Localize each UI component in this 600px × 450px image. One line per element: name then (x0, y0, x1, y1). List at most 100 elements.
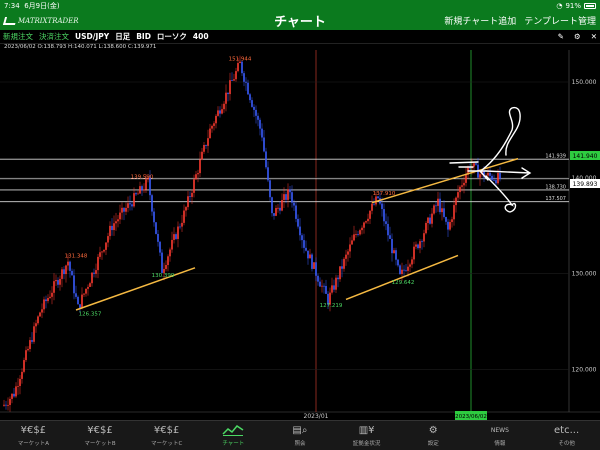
tab-label: その他 (558, 441, 575, 447)
candle-body (491, 175, 493, 180)
candle-body (115, 221, 117, 224)
candle-body (39, 312, 41, 317)
candle-body (331, 285, 333, 293)
gear-icon[interactable]: ⚙ (574, 32, 581, 41)
candle-body (19, 378, 21, 386)
candle-body (343, 258, 345, 269)
new-order-button[interactable]: 新規注文 (3, 31, 33, 42)
candle-body (351, 240, 353, 245)
add-chart-button[interactable]: 新規チャート追加 (444, 14, 516, 27)
logo-mark-icon (2, 16, 18, 25)
template-manage-button[interactable]: テンプレート管理 (524, 14, 596, 27)
candle-body (279, 207, 281, 211)
candle-body (129, 203, 131, 205)
candle-body (475, 163, 477, 165)
candle-body (493, 179, 495, 181)
candle-body (261, 128, 263, 138)
candle-body (201, 151, 203, 160)
candle-body (21, 371, 23, 379)
tab-news[interactable]: NEWS 情報 (470, 424, 530, 447)
candle-body (93, 272, 95, 274)
candle-body (449, 222, 451, 230)
candle-body (213, 123, 215, 126)
swing-high-label: 151.944 (229, 56, 252, 62)
candle-body (339, 266, 341, 280)
candle-body (299, 226, 301, 236)
candle-body (145, 179, 147, 190)
candle-body (107, 236, 109, 243)
status-date: 6月9日(金) (24, 1, 60, 10)
candle-body (423, 233, 425, 242)
candle-body (221, 109, 223, 114)
candle-body (459, 186, 461, 193)
candle-body (361, 227, 363, 231)
tab-margin-status[interactable]: ▥¥ 証拠金状況 (337, 424, 397, 447)
candle-body (51, 292, 53, 297)
candle-body (65, 265, 67, 275)
tab-market-c[interactable]: ¥€$£ マーケットC (137, 424, 197, 447)
candle-body (243, 73, 245, 82)
candle-body (13, 393, 15, 397)
candle-body (317, 275, 319, 282)
timeframe-selector[interactable]: 日足 (115, 31, 130, 42)
candle-body (409, 264, 411, 267)
candle-body (143, 189, 145, 191)
candle-body (55, 280, 57, 282)
settle-order-button[interactable]: 決済注文 (39, 31, 69, 42)
pencil-icon[interactable]: ✎ (558, 32, 564, 41)
candle-body (433, 205, 435, 214)
candle-body (97, 256, 99, 271)
price-tick-label: 150.000 (572, 79, 597, 86)
candle-body (291, 192, 293, 203)
currency-icon: ¥€$£ (20, 425, 47, 436)
candle-body (197, 173, 199, 175)
candle-body (275, 207, 277, 216)
candle-body (295, 205, 297, 219)
candle-body (257, 115, 259, 120)
candle-body (403, 269, 405, 271)
candle-body (59, 278, 61, 285)
candle-body (273, 213, 275, 216)
wifi-icon: ◔ (556, 1, 563, 10)
candle-body (113, 223, 115, 231)
candle-body (233, 79, 235, 81)
candle-body (229, 80, 231, 95)
tab-label: 照会 (294, 441, 306, 447)
tab-market-b[interactable]: ¥€$£ マーケットB (70, 424, 130, 447)
chart-type-selector[interactable]: ローソク (157, 31, 187, 42)
candle-body (189, 196, 191, 198)
candle-body (395, 250, 397, 260)
candle-body (43, 299, 45, 310)
candle-body (91, 272, 93, 284)
price-tick-label: 120.000 (572, 366, 597, 373)
symbol-selector[interactable]: USD/JPY (75, 32, 109, 41)
candle-body (235, 71, 237, 80)
candle-body (85, 288, 87, 294)
candle-body (215, 115, 217, 124)
candle-body (161, 252, 163, 273)
candle-body (453, 205, 455, 220)
candle-body (383, 209, 385, 222)
tab-market-a[interactable]: ¥€$£ マーケットA (3, 424, 63, 447)
candle-body (265, 151, 267, 168)
level-price-label: 141.939 (545, 154, 566, 160)
candle-body (217, 110, 219, 116)
swing-low-label: 130.399 (152, 273, 175, 279)
candle-body (253, 106, 255, 110)
candle-body (417, 244, 419, 249)
candle-body (489, 172, 491, 176)
price-chart[interactable]: 150.000 140.000 130.000 120.000 141.939 138.… (0, 50, 600, 420)
tab-chart[interactable]: チャート (203, 424, 263, 447)
candle-body (53, 281, 55, 293)
candle-body (269, 180, 271, 198)
candle-body (353, 234, 355, 241)
tab-more[interactable]: etc... その他 (537, 424, 597, 447)
candle-body (123, 207, 125, 212)
tab-settings[interactable]: ⚙ 設定 (403, 424, 463, 447)
bar-count-selector[interactable]: 400 (193, 32, 209, 41)
price-type-selector[interactable]: BID (136, 32, 151, 41)
tab-inquiry[interactable]: ▤⌕ 照会 (270, 424, 330, 447)
candle-body (245, 81, 247, 83)
close-icon[interactable]: ✕ (591, 32, 597, 41)
candle-body (11, 393, 13, 399)
